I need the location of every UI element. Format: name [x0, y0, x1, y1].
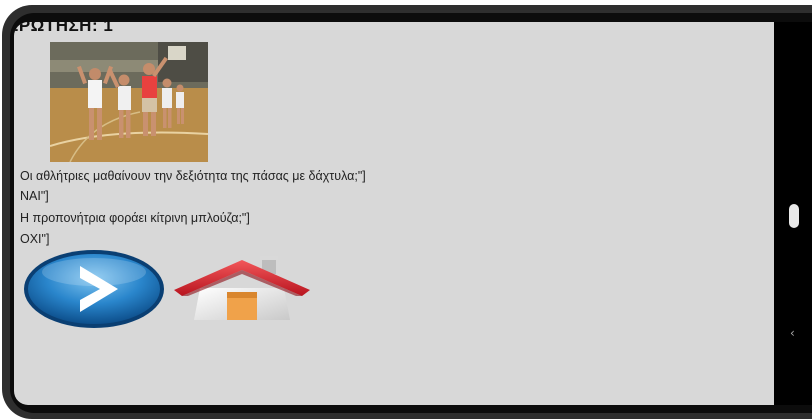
answer-text-1: NAI"] [20, 189, 49, 203]
question-text-1: Οι αθλήτριες μαθαίνουν την δεξιότητα της… [20, 169, 366, 183]
side-button[interactable] [789, 204, 799, 228]
next-arrow-icon [24, 250, 164, 328]
app-screen: ΕΡΩΤΗΣΗ: 1 Οι αθλήτριες μαθαίνουν την δε… [14, 22, 774, 405]
question-text-2: Η προπονήτρια φοράει κίτρινη μπλούζα;"] [20, 211, 250, 225]
nav-back-icon[interactable]: ‹ [790, 326, 795, 340]
question-title: ΕΡΩΤΗΣΗ: 1 [14, 22, 114, 35]
answer-text-2: OXI"] [20, 232, 50, 246]
home-button[interactable] [172, 255, 312, 324]
volleyball-photo [50, 42, 208, 162]
home-icon [174, 255, 310, 320]
next-button[interactable] [22, 248, 166, 330]
